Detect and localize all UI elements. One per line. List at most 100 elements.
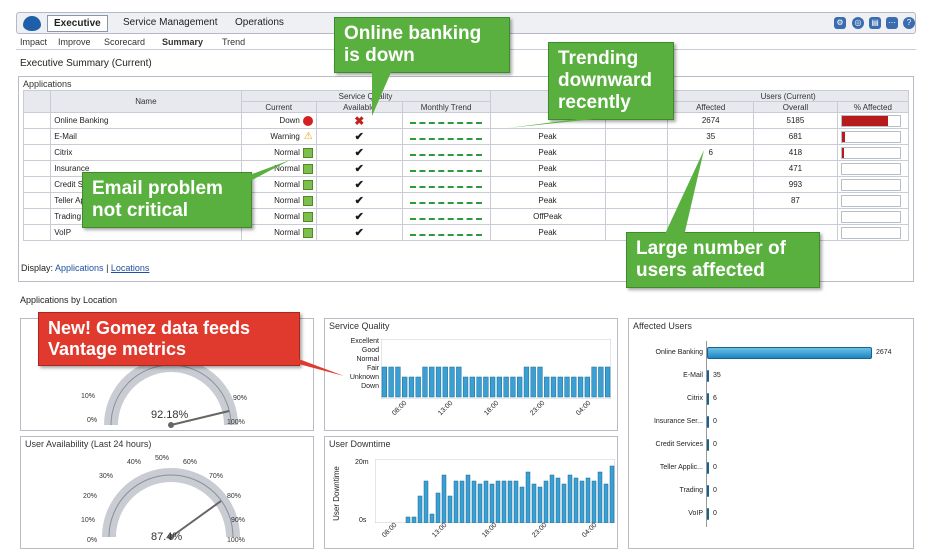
sq-bar (449, 366, 455, 398)
available-cell: ✔ (315, 160, 403, 177)
extra-cell (604, 176, 669, 193)
au-value-label: 0 (713, 487, 717, 494)
user-downtime-panel: User Downtime User Downtime 20m 0s 08:00… (324, 436, 618, 549)
downtime-ylabel: User Downtime (331, 466, 341, 521)
settings-icon[interactable]: ◎ (852, 17, 864, 29)
report-icon[interactable]: ▤ (869, 17, 881, 29)
pct-affected-bar-box (840, 114, 901, 127)
network-icon[interactable]: ⚙ (834, 17, 846, 29)
dt-bar (411, 516, 417, 523)
dt-bar (585, 477, 591, 523)
au-category-label: Citrix (687, 395, 703, 402)
dt-bar (567, 474, 573, 523)
au-category-label: Insurance Ser... (653, 418, 703, 425)
app-name[interactable]: E-Mail (50, 128, 242, 145)
row-blank (22, 192, 52, 209)
dt-bar (453, 480, 459, 523)
overall-cell: 87 (753, 192, 838, 209)
available-cell: ✔ (315, 192, 403, 209)
sq-ylabel: Excellent (350, 338, 379, 345)
display-applications-link[interactable]: Applications (55, 263, 104, 273)
dt-bar (519, 486, 525, 523)
help-icon[interactable]: ? (903, 17, 915, 29)
app-name[interactable]: Citrix (50, 144, 242, 161)
sq-bar (523, 366, 530, 398)
au-bar (707, 347, 872, 359)
peak-cell: Peak (489, 128, 606, 145)
affected-cell: 2674 (667, 112, 755, 129)
au-bar (707, 485, 709, 497)
dt-bar (543, 480, 549, 523)
au-value-label: 35 (713, 372, 721, 379)
gauge-label-20: 20% (83, 493, 98, 500)
available-cell: ✔ (315, 224, 403, 241)
sq-bar (577, 376, 584, 398)
row-blank (22, 160, 52, 177)
affected-cell (667, 160, 755, 177)
au-value-label: 2674 (876, 349, 892, 356)
gauge-label-70: 70% (209, 473, 224, 480)
affected-header[interactable]: Affected (667, 101, 755, 113)
user-downtime-title: User Downtime (329, 439, 391, 449)
subnav-improve[interactable]: Improve (58, 37, 91, 47)
tab-executive[interactable]: Executive (47, 15, 108, 32)
service-quality-chart (381, 339, 611, 399)
row-blank (22, 112, 52, 129)
display-locations-link[interactable]: Locations (111, 263, 150, 273)
sq-bar (483, 376, 489, 398)
pct-affected-header[interactable]: % Affected (836, 101, 910, 113)
sq-bar (496, 376, 503, 398)
sq-plot-area (381, 339, 611, 399)
available-check-icon: ✔ (354, 227, 364, 239)
subnav-trend[interactable]: Trend (222, 37, 245, 47)
gauge-top-label-100: 100% (227, 419, 245, 426)
sq-xlabel: 08:00 (391, 399, 409, 418)
name-header[interactable]: Name (50, 90, 242, 113)
tab-operations[interactable]: Operations (229, 15, 290, 30)
pct-affected-bar-box (840, 146, 901, 159)
available-header[interactable]: Available (315, 101, 403, 113)
dt-bar (489, 483, 495, 523)
trend-sparkline (410, 182, 483, 188)
status-cell: Normal (240, 176, 317, 193)
pct-affected-bar-box (840, 194, 901, 207)
current-header[interactable]: Current (240, 101, 317, 113)
table-row[interactable]: Online Banking Down ✖ 2674 5185 (22, 112, 910, 129)
sq-bar (408, 376, 415, 398)
trend-cell (401, 208, 491, 225)
subnav-summary[interactable]: Summary (162, 37, 203, 47)
affected-cell: 35 (667, 128, 755, 145)
sq-bar (544, 376, 550, 398)
downtime-ytick-top: 20m (355, 459, 369, 466)
app-name[interactable]: Online Banking (50, 112, 242, 129)
subnav-impact[interactable]: Impact (20, 37, 47, 47)
sq-bar (435, 366, 442, 398)
extra-cell (604, 192, 669, 209)
sq-bar (476, 376, 482, 398)
sq-ylabel: Fair (366, 365, 379, 372)
au-bar (707, 508, 709, 520)
pct-affected-bar (841, 147, 844, 158)
available-check-icon: ✔ (354, 195, 364, 207)
tab-service-management[interactable]: Service Management (117, 15, 224, 30)
trend-cell (401, 160, 491, 177)
dt-bar (483, 480, 489, 523)
subnav-scorecard[interactable]: Scorecard (104, 37, 145, 47)
trend-cell (401, 192, 491, 209)
filter-icon[interactable]: ⋯ (886, 17, 898, 29)
monthly-trend-header[interactable]: Monthly Trend (401, 101, 491, 113)
blank-header (22, 90, 52, 113)
overall-header[interactable]: Overall (753, 101, 838, 113)
page-title: Executive Summary (Current) (20, 58, 152, 69)
au-value-label: 0 (713, 464, 717, 471)
au-category-label: Trading (679, 487, 703, 494)
pct-affected-bar (841, 115, 888, 126)
table-row[interactable]: Citrix Normal ✔ Peak 6 418 (22, 144, 910, 161)
sq-bar (442, 366, 448, 398)
sq-bar (584, 376, 590, 398)
table-row[interactable]: E-Mail Warning ⚠ ✔ Peak 35 681 (22, 128, 910, 145)
pct-affected-bar-box (840, 178, 901, 191)
pct-affected-cell (836, 208, 910, 225)
normal-status-icon (302, 163, 313, 174)
dt-xlabel: 04:00 (581, 521, 599, 540)
